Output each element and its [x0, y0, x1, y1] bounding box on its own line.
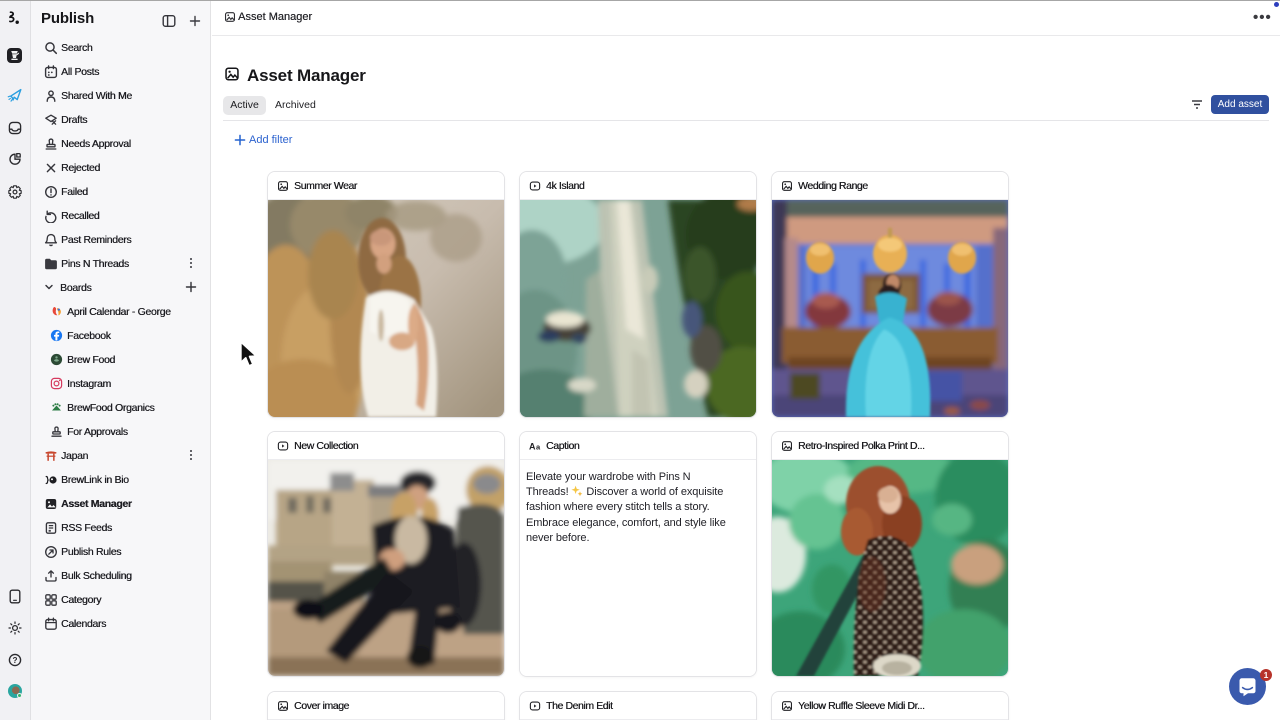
svg-text:A: A [529, 442, 536, 452]
svg-text:a: a [536, 443, 541, 452]
svg-text:?: ? [12, 656, 17, 665]
